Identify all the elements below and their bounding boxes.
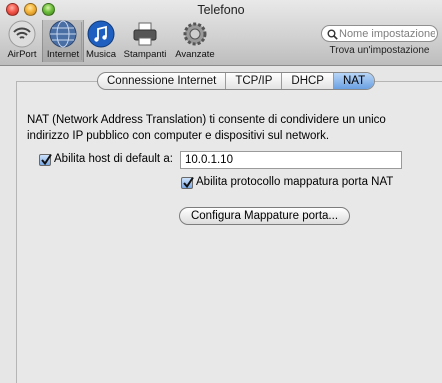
airport-wifi-icon <box>8 20 36 48</box>
tab-nat[interactable]: NAT <box>333 73 375 89</box>
default-host-label: Abilita host di default a: <box>54 153 173 165</box>
port-mapping-checkbox[interactable] <box>181 176 194 189</box>
toolbar-item-label: AirPort <box>7 49 37 60</box>
nat-description-line: NAT (Network Address Translation) ti con… <box>27 114 386 126</box>
toolbar-item-music[interactable]: Musica <box>84 20 118 62</box>
search-icon <box>327 29 338 40</box>
toolbar-separator <box>81 22 82 60</box>
toolbar-item-airport[interactable]: AirPort <box>4 20 40 62</box>
checkmark-icon <box>41 153 52 166</box>
search-caption: Trova un'impostazione <box>329 45 430 56</box>
music-note-icon <box>87 20 115 48</box>
window-title: Telefono <box>197 3 245 17</box>
tab-dhcp[interactable]: DHCP <box>282 73 334 89</box>
search-field[interactable] <box>321 25 438 42</box>
toolbar-item-advanced[interactable]: Avanzate <box>173 20 217 62</box>
tab-tcpip[interactable]: TCP/IP <box>226 73 283 89</box>
configure-port-mappings-button[interactable]: Configura Mappature porta... <box>179 207 350 225</box>
nat-description: NAT (Network Address Translation) ti con… <box>27 112 427 144</box>
toolbar-item-label: Stampanti <box>123 49 167 60</box>
tab-internet-connection[interactable]: Connessione Internet <box>98 73 227 89</box>
default-host-checkbox[interactable] <box>39 153 52 166</box>
toolbar-item-internet[interactable]: Internet <box>42 20 84 62</box>
search-input[interactable] <box>339 26 435 41</box>
toolbar: Telefono AirPort Internet Musica Stampan… <box>0 0 442 66</box>
toolbar-item-printers[interactable]: Stampanti <box>120 20 170 62</box>
toolbar-item-label: Avanzate <box>175 49 215 60</box>
toolbar-item-label: Musica <box>85 49 117 60</box>
gear-icon <box>183 22 207 46</box>
internet-globe-icon <box>49 20 77 48</box>
nat-description-line: indirizzo IP pubblico con computer e dis… <box>27 130 330 142</box>
checkmark-icon <box>183 176 194 189</box>
toolbar-item-label: Internet <box>46 49 80 60</box>
default-host-field[interactable]: 10.0.1.10 <box>180 151 402 169</box>
port-mapping-label: Abilita protocollo mappatura porta NAT <box>196 176 394 188</box>
printer-icon <box>133 22 157 46</box>
tab-bar: Connessione Internet TCP/IP DHCP NAT <box>97 72 376 90</box>
